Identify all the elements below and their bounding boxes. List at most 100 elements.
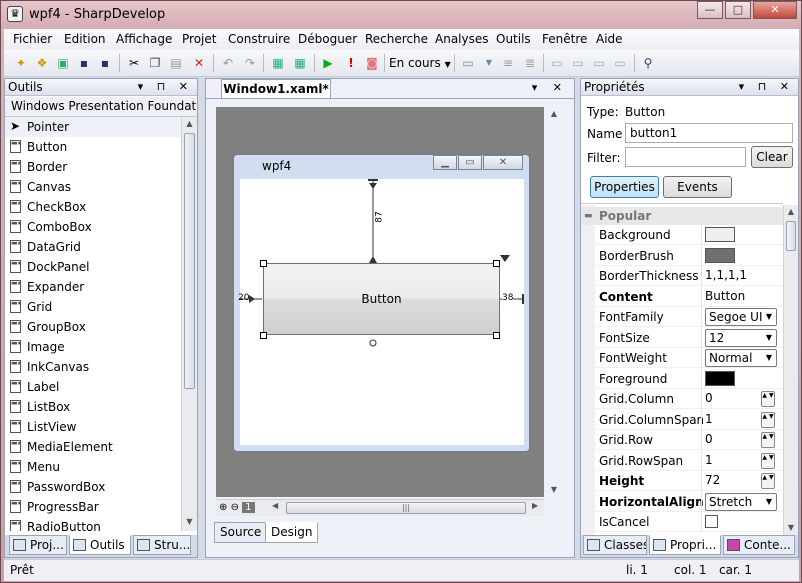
toolbox-item-image[interactable]: ▬▬ Image [5, 337, 181, 357]
debug-break-icon[interactable]: ! [343, 55, 359, 71]
toolbox-item-radiobutton[interactable]: ▬▬ RadioButton [5, 517, 181, 531]
toolbox-item-expander[interactable]: ▬▬ Expander [5, 277, 181, 297]
menu-analyses[interactable]: Analyses [435, 32, 489, 46]
toolbox-item-groupbox[interactable]: ▬▬ GroupBox [5, 317, 181, 337]
zoom-out-icon[interactable]: ⊖ [231, 502, 239, 513]
property-combo[interactable]: Segoe UI ▼ [705, 308, 777, 326]
name-field[interactable]: button1 [625, 123, 793, 143]
toolbox-item-menu[interactable]: ▬▬ Menu [5, 457, 181, 477]
toolbox-scrollbar[interactable]: ▲ ▼ [181, 117, 197, 531]
build-all-icon[interactable]: ▦ [292, 55, 308, 71]
menu-aide[interactable]: Aide [596, 32, 623, 46]
designer-client-area[interactable]: 87 20 38 Button [238, 179, 524, 445]
color-swatch[interactable] [705, 370, 735, 386]
property-row[interactable]: FontSize 12 ▼ [581, 327, 783, 348]
property-value[interactable]: 1 [705, 453, 713, 467]
hscroll-thumb[interactable]: ||| [286, 502, 526, 514]
tab-tools[interactable]: Outils [69, 535, 131, 555]
filter-field[interactable] [625, 147, 746, 167]
paste-icon[interactable]: ▤ [168, 55, 184, 71]
outdent-icon[interactable]: ≣ [522, 55, 538, 71]
config-dropdown[interactable]: En cours ▼ [389, 56, 451, 70]
toolbox-item-mediaelement[interactable]: ▬▬ MediaElement [5, 437, 181, 457]
toolbox-item-passwordbox[interactable]: ▬▬ PasswordBox [5, 477, 181, 497]
clear-button[interactable]: Clear [751, 146, 793, 168]
scroll-down-icon[interactable]: ▼ [546, 483, 562, 497]
property-row[interactable]: HorizontalAlign... Stretch ▼ [581, 491, 783, 512]
document-vscrollbar[interactable]: ▲ ▼ [546, 107, 562, 497]
bookmark-dropdown-icon[interactable]: ▼ [481, 55, 497, 71]
property-checkbox[interactable] [705, 515, 718, 528]
indent-icon[interactable]: ≡ [500, 55, 516, 71]
bookmark-next-icon[interactable]: ▭ [591, 55, 607, 71]
toolbox-item-border[interactable]: ▬▬ Border [5, 157, 181, 177]
scroll-down-icon[interactable]: ▼ [784, 521, 798, 535]
tab-classes[interactable]: Classes [583, 535, 647, 555]
property-row[interactable]: Grid.ColumnSpan 1 ▲ ▼ [581, 409, 783, 430]
toolbox-item-grid[interactable]: ▬▬ Grid [5, 297, 181, 317]
toolbox-panel-buttons[interactable]: ▾ ⊓ ✕ [138, 79, 193, 95]
new-project-icon[interactable]: ❖ [34, 55, 50, 71]
tab-projects[interactable]: Proj... [9, 535, 67, 555]
delete-icon[interactable]: ✕ [191, 55, 207, 71]
bookmark-icon[interactable]: ▭ [460, 55, 476, 71]
tab-properties-pad[interactable]: Propri... [649, 535, 721, 555]
zoom-control[interactable]: ⊕ ⊖ 1 [216, 500, 255, 517]
design-canvas[interactable]: wpf4 ▁ ▭ ✕ 87 20 38 Button [216, 107, 544, 497]
property-combo[interactable]: Stretch ▼ [705, 492, 777, 511]
spinner-icon[interactable]: ▲ ▼ [761, 473, 775, 489]
undo-icon[interactable]: ↶ [220, 55, 236, 71]
menu-outils[interactable]: Outils [496, 32, 531, 46]
toolbox-category[interactable]: Windows Presentation Foundatio [5, 97, 197, 117]
property-row[interactable]: IsCancel [581, 512, 783, 532]
zoom-in-icon[interactable]: ⊕ [219, 502, 227, 513]
properties-panel-buttons[interactable]: ▾ ⊓ ✕ [739, 79, 794, 95]
tab-source[interactable]: Source [214, 522, 268, 543]
property-row[interactable]: BorderBrush [581, 245, 783, 266]
toolbox-item-label[interactable]: ▬▬ Label [5, 377, 181, 397]
collapse-icon[interactable]: ▬ [584, 207, 593, 225]
stop-icon[interactable]: ◙ [364, 55, 380, 71]
tab-window1-xaml[interactable]: Window1.xaml* [221, 79, 331, 98]
comment-icon[interactable]: ▭ [549, 55, 565, 71]
resize-handle[interactable] [493, 260, 500, 267]
spinner-icon[interactable]: ▲ ▼ [761, 432, 775, 448]
scroll-up-icon[interactable]: ▲ [784, 205, 798, 219]
toolbox-item-progressbar[interactable]: ▬▬ ProgressBar [5, 497, 181, 517]
menu-affichage[interactable]: Affichage [116, 32, 172, 46]
property-row[interactable]: Grid.RowSpan 1 ▲ ▼ [581, 450, 783, 471]
scroll-down-icon[interactable]: ▼ [182, 515, 197, 529]
property-row[interactable]: Content Button [581, 286, 783, 307]
resize-handle[interactable] [260, 332, 267, 339]
new-file-icon[interactable]: ✦ [13, 55, 29, 71]
color-swatch[interactable] [705, 247, 735, 263]
tab-properties[interactable]: Properties [590, 176, 659, 198]
property-value[interactable]: 0 [705, 432, 713, 446]
toolbox-item-listview[interactable]: ▬▬ ListView [5, 417, 181, 437]
color-swatch[interactable] [705, 227, 735, 242]
save-icon[interactable]: ▪ [76, 55, 92, 71]
scroll-left-icon[interactable]: ◀ [272, 501, 278, 510]
scroll-thumb[interactable] [786, 221, 796, 251]
toolbox-item-combobox[interactable]: ▬▬ ComboBox [5, 217, 181, 237]
property-value[interactable]: 1 [705, 412, 713, 426]
spinner-icon[interactable]: ▲ ▼ [761, 411, 775, 428]
designer-window[interactable]: wpf4 ▁ ▭ ✕ 87 20 38 Button [233, 154, 530, 452]
resize-handle[interactable] [493, 332, 500, 339]
title-bar[interactable]: ♛ wpf4 - SharpDevelop — □ ✕ [1, 1, 801, 29]
bookmark-clear-icon[interactable]: ▭ [612, 55, 628, 71]
property-combo[interactable]: Normal ▼ [705, 349, 777, 367]
property-value[interactable]: 1,1,1,1 [705, 268, 747, 282]
property-row[interactable]: Grid.Column 0 ▲ ▼ [581, 389, 783, 409]
property-row[interactable]: FontFamily Segoe UI ▼ [581, 307, 783, 327]
toolbox-item-checkbox[interactable]: ▬▬ CheckBox [5, 197, 181, 217]
toolbox-item-inkcanvas[interactable]: ▬▬ InkCanvas [5, 357, 181, 377]
maximize-button[interactable]: □ [725, 1, 751, 19]
property-row[interactable]: Foreground [581, 368, 783, 389]
menu-deboguer[interactable]: Déboguer [298, 32, 357, 46]
menu-fichier[interactable]: Fichier [13, 32, 52, 46]
run-icon[interactable]: ▶ [320, 55, 336, 71]
close-button[interactable]: ✕ [753, 1, 797, 19]
find-icon[interactable]: ⚲ [640, 55, 656, 71]
copy-icon[interactable]: ❐ [147, 55, 163, 71]
